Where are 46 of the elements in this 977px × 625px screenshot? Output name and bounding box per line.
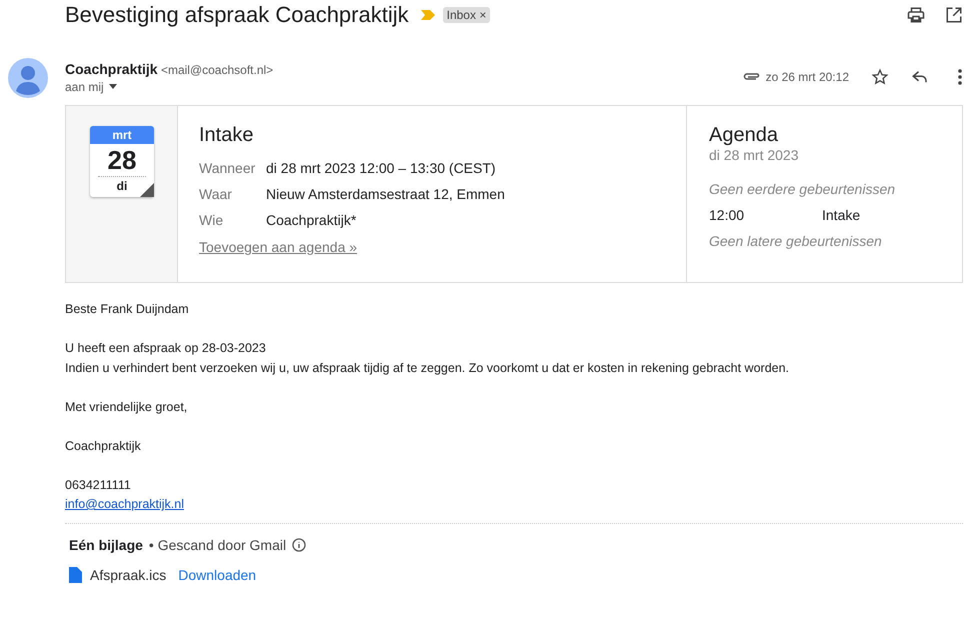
download-link[interactable]: Downloaden — [178, 566, 256, 582]
message-text: Coachpraktijk — [65, 438, 142, 455]
avatar-icon — [8, 58, 48, 98]
agenda-date: di 28 mrt 2023 — [709, 147, 800, 163]
message-text: Met vriendelijke groet, — [65, 398, 188, 416]
detail-value: Coachpraktijk* — [266, 212, 356, 228]
recipients-dropdown[interactable]: aan mij — [65, 80, 117, 94]
attachments-title: Eén bijlage — [69, 536, 143, 552]
event-time: 12:00 — [709, 207, 746, 225]
page-curl-icon — [140, 183, 154, 197]
open-in-new-window-icon[interactable] — [945, 6, 963, 24]
calendar-month: mrt — [90, 126, 154, 144]
email-date: zo 26 mrt 20:12 — [766, 70, 849, 84]
calendar-weekday: di — [116, 179, 128, 193]
remove-label-button[interactable]: × — [479, 8, 486, 22]
event-name: Intake — [822, 207, 860, 225]
info-icon[interactable] — [292, 538, 306, 552]
detail-value: di 28 mrt 2023 12:00 – 13:30 (CEST) — [266, 160, 496, 176]
importance-marker-icon[interactable] — [420, 10, 435, 20]
event-title: Intake — [199, 124, 254, 147]
detail-label: Wanneer — [199, 160, 256, 176]
file-icon — [69, 566, 82, 582]
add-to-calendar-link[interactable]: Toevoegen aan agenda » — [199, 239, 358, 255]
more-options-icon[interactable] — [957, 68, 963, 86]
scan-status: • Gescand door Gmail — [148, 536, 286, 552]
caret-icon — [108, 84, 117, 89]
sender-email: <mail@coachsoft.nl> — [160, 62, 274, 76]
detail-label: Waar — [199, 186, 233, 202]
sender-name: Coachpraktijk — [65, 60, 158, 76]
attachment-name[interactable]: Afspraak.ics — [90, 566, 166, 582]
message-text: Beste Frank Duijndam — [65, 301, 190, 318]
agenda-title: Agenda — [709, 124, 779, 147]
message-text: U heeft een afspraak op 28-03-2023 — [65, 340, 267, 357]
inbox-label: Inbox × — [442, 7, 490, 23]
email-link[interactable]: info@coachpraktijk.nl — [65, 497, 184, 511]
message-text: Indien u verhindert bent verzoeken wij u, uw afspraak tijdig af te zeggen. Zo voorkomt u dat er kosten in rekening gebracht worden. — [65, 360, 790, 377]
calendar-day: 28 — [98, 144, 146, 177]
detail-value: Nieuw Amsterdamsestraat 12, Emmen — [266, 186, 505, 202]
paperclip-icon — [742, 72, 760, 82]
print-icon[interactable] — [907, 6, 925, 24]
message-text: 0634211111 — [65, 476, 132, 494]
agenda-note: Geen latere gebeurtenissen — [709, 233, 883, 251]
detail-label: Wie — [199, 212, 224, 228]
email-subject: Bevestiging afspraak Coachpraktijk — [65, 2, 409, 28]
star-icon[interactable] — [871, 68, 889, 86]
agenda-note: Geen eerdere gebeurtenissen — [709, 181, 896, 199]
